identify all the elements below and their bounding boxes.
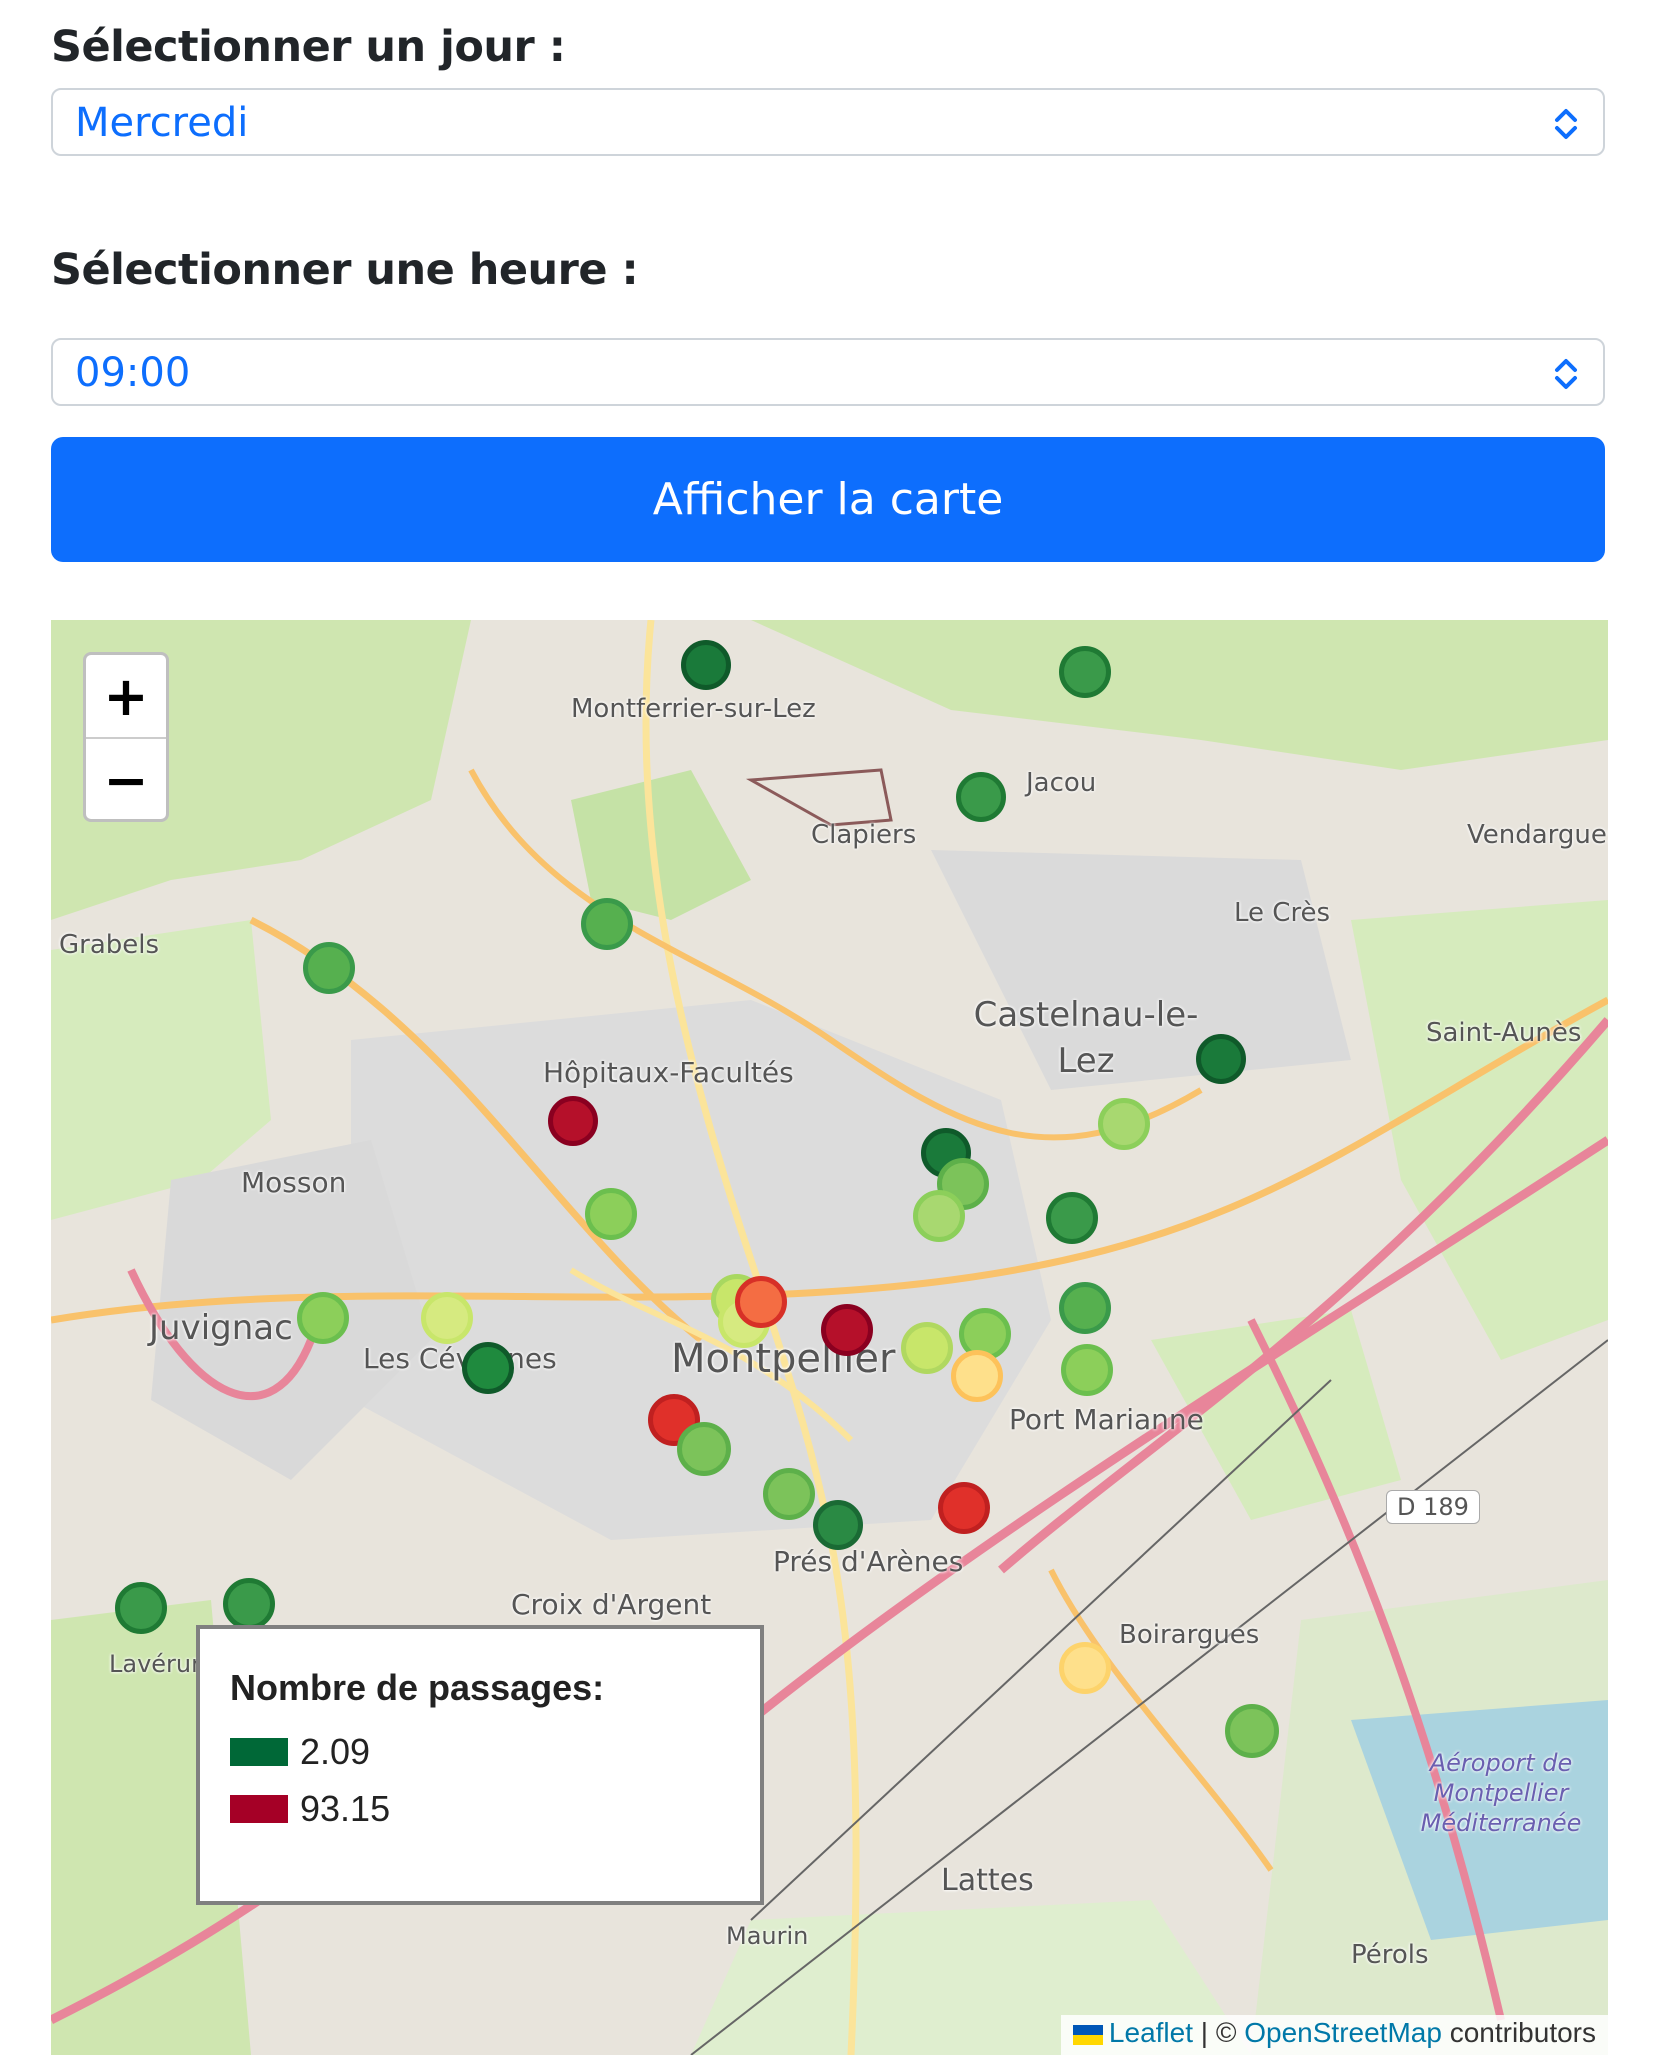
place-label: Juvignac xyxy=(149,1308,293,1348)
station-marker[interactable] xyxy=(1059,646,1111,698)
station-marker[interactable] xyxy=(462,1342,514,1394)
ukraine-flag-icon xyxy=(1072,2024,1103,2045)
place-label: Maurin xyxy=(726,1922,809,1950)
station-marker[interactable] xyxy=(1225,1704,1279,1758)
attribution-separator: | © xyxy=(1193,2017,1245,2048)
legend-swatch xyxy=(230,1737,288,1766)
station-marker[interactable] xyxy=(1059,1282,1111,1334)
station-marker[interactable] xyxy=(223,1578,275,1630)
day-select[interactable]: Mercredi xyxy=(51,88,1605,156)
place-label: Les Cévennes xyxy=(363,1342,557,1375)
map-legend: Nombre de passages: 2.09 93.15 xyxy=(196,1625,764,1905)
place-label: Clapiers xyxy=(811,820,917,850)
station-marker[interactable] xyxy=(1098,1098,1150,1150)
attribution-contributors: contributors xyxy=(1441,2017,1596,2048)
place-label: Le Crès xyxy=(1234,898,1331,928)
station-marker[interactable] xyxy=(813,1500,863,1550)
chevron-updown-icon xyxy=(1555,109,1577,139)
station-marker[interactable] xyxy=(951,1350,1003,1402)
place-label: Montferrier-sur-Lez xyxy=(571,694,816,724)
station-marker[interactable] xyxy=(581,898,633,950)
station-marker[interactable] xyxy=(115,1582,167,1634)
place-label: Saint-Aunès xyxy=(1426,1018,1582,1048)
station-marker[interactable] xyxy=(1059,1642,1111,1694)
hour-select[interactable]: 09:00 xyxy=(51,338,1605,406)
zoom-control: + − xyxy=(83,652,169,822)
legend-title: Nombre de passages: xyxy=(230,1667,605,1708)
show-map-button[interactable]: Afficher la carte xyxy=(51,437,1605,562)
leaflet-link[interactable]: Leaflet xyxy=(1109,2017,1193,2048)
legend-swatch xyxy=(230,1794,288,1823)
station-marker[interactable] xyxy=(548,1096,598,1146)
station-marker[interactable] xyxy=(1061,1344,1113,1396)
hour-select-value: 09:00 xyxy=(75,350,191,396)
station-marker[interactable] xyxy=(1196,1034,1246,1084)
station-marker[interactable] xyxy=(677,1422,731,1476)
place-label: Lattes xyxy=(941,1863,1034,1898)
station-marker[interactable] xyxy=(735,1276,787,1328)
place-label: Mosson xyxy=(241,1166,347,1199)
station-marker[interactable] xyxy=(913,1190,965,1242)
legend-item: 93.15 xyxy=(230,1780,730,1837)
zoom-out-button[interactable]: − xyxy=(86,739,166,821)
place-label: Castelnau-le-Lez xyxy=(973,995,1199,1081)
legend-value: 2.09 xyxy=(300,1730,371,1772)
place-label: Prés d'Arènes xyxy=(773,1545,964,1578)
place-label: Jacou xyxy=(1026,768,1097,798)
place-label: Grabels xyxy=(59,930,160,960)
osm-link[interactable]: OpenStreetMap xyxy=(1244,2017,1442,2048)
place-label: Vendargues xyxy=(1467,820,1608,850)
station-marker[interactable] xyxy=(901,1322,953,1374)
station-marker[interactable] xyxy=(585,1188,637,1240)
map[interactable]: Montferrier-sur-Lez Jacou Clapiers Venda… xyxy=(51,620,1608,2055)
station-marker[interactable] xyxy=(938,1482,990,1534)
day-select-value: Mercredi xyxy=(75,100,249,146)
station-marker[interactable] xyxy=(303,942,355,994)
place-label: Croix d'Argent xyxy=(511,1588,712,1621)
station-marker[interactable] xyxy=(821,1304,873,1356)
station-marker[interactable] xyxy=(763,1468,815,1520)
station-marker[interactable] xyxy=(681,640,731,690)
station-marker[interactable] xyxy=(421,1292,473,1344)
place-label: Aéroport de Montpellier Méditerranée xyxy=(1420,1749,1582,1837)
station-marker[interactable] xyxy=(956,772,1006,822)
legend-item: 2.09 xyxy=(230,1723,730,1780)
place-label: Hôpitaux-Facultés xyxy=(543,1056,794,1089)
map-attribution: Leaflet | © OpenStreetMap contributors xyxy=(1060,2015,1608,2055)
station-marker[interactable] xyxy=(1046,1192,1098,1244)
station-marker[interactable] xyxy=(297,1292,349,1344)
legend-value: 93.15 xyxy=(300,1787,391,1829)
place-label: Pérols xyxy=(1351,1940,1429,1970)
zoom-in-button[interactable]: + xyxy=(86,655,166,737)
place-label: Boirargues xyxy=(1119,1620,1260,1650)
day-label: Sélectionner un jour : xyxy=(51,22,566,72)
hour-label: Sélectionner une heure : xyxy=(51,245,639,295)
place-label: Port Marianne xyxy=(1009,1403,1204,1436)
road-label: D 189 xyxy=(1386,1490,1480,1524)
chevron-updown-icon xyxy=(1555,359,1577,389)
